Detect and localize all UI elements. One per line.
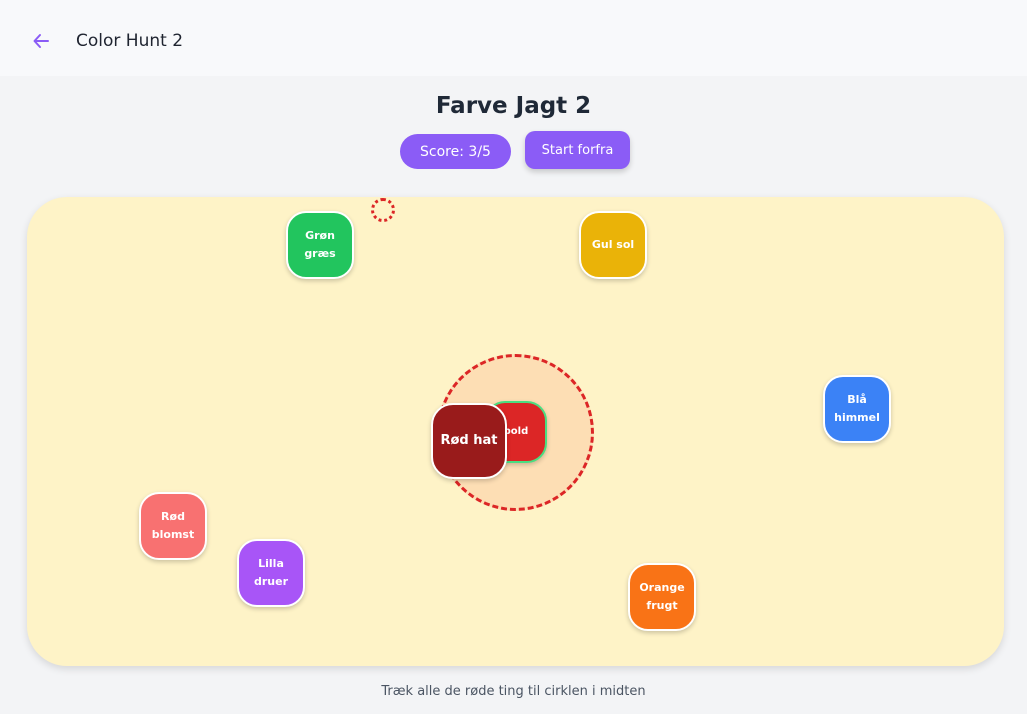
small-target-ring: [371, 198, 395, 222]
item-yellow-sun[interactable]: Gul sol: [579, 211, 647, 279]
item-purple-grapes[interactable]: Lilla druer: [237, 539, 305, 607]
item-red-flower[interactable]: Rød blomst: [139, 492, 207, 560]
item-green-grass[interactable]: Grøn græs: [286, 211, 354, 279]
app-title: Color Hunt 2: [76, 31, 184, 51]
item-red-hat[interactable]: Rød hat: [431, 403, 507, 479]
score-badge: Score: 3/5: [400, 134, 511, 169]
game-title: Farve Jagt 2: [435, 93, 592, 119]
item-blue-sky[interactable]: Blå himmel: [823, 375, 891, 443]
instruction-text: Træk alle de røde ting til cirklen i mid…: [381, 684, 646, 699]
item-orange-fruit[interactable]: Orange frugt: [628, 563, 696, 631]
back-button[interactable]: [26, 26, 56, 56]
arrow-left-icon: [33, 34, 49, 48]
top-bar: Color Hunt 2: [0, 0, 1027, 76]
restart-button[interactable]: Start forfra: [525, 131, 630, 169]
